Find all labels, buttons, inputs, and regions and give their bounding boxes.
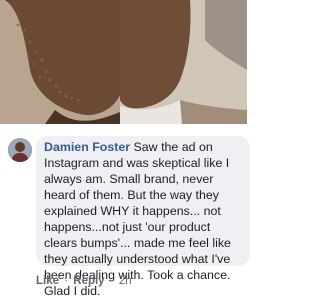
reply-link[interactable]: Reply xyxy=(73,275,104,287)
before-photo-panel xyxy=(0,0,120,124)
avatar-image xyxy=(8,138,32,162)
actions-separator: · xyxy=(64,275,69,287)
after-photo-illustration xyxy=(120,0,247,124)
comment-author[interactable]: Damien Foster xyxy=(44,140,130,154)
after-photo-panel xyxy=(120,0,247,124)
before-photo-illustration xyxy=(0,0,120,124)
before-after-photo xyxy=(0,0,247,124)
like-link[interactable]: Like xyxy=(36,275,59,287)
comment-actions: Like · Reply · 2h xyxy=(36,275,134,287)
avatar[interactable] xyxy=(8,138,32,162)
actions-separator-2: · xyxy=(109,275,114,287)
comment-timestamp[interactable]: 2h xyxy=(119,275,132,287)
